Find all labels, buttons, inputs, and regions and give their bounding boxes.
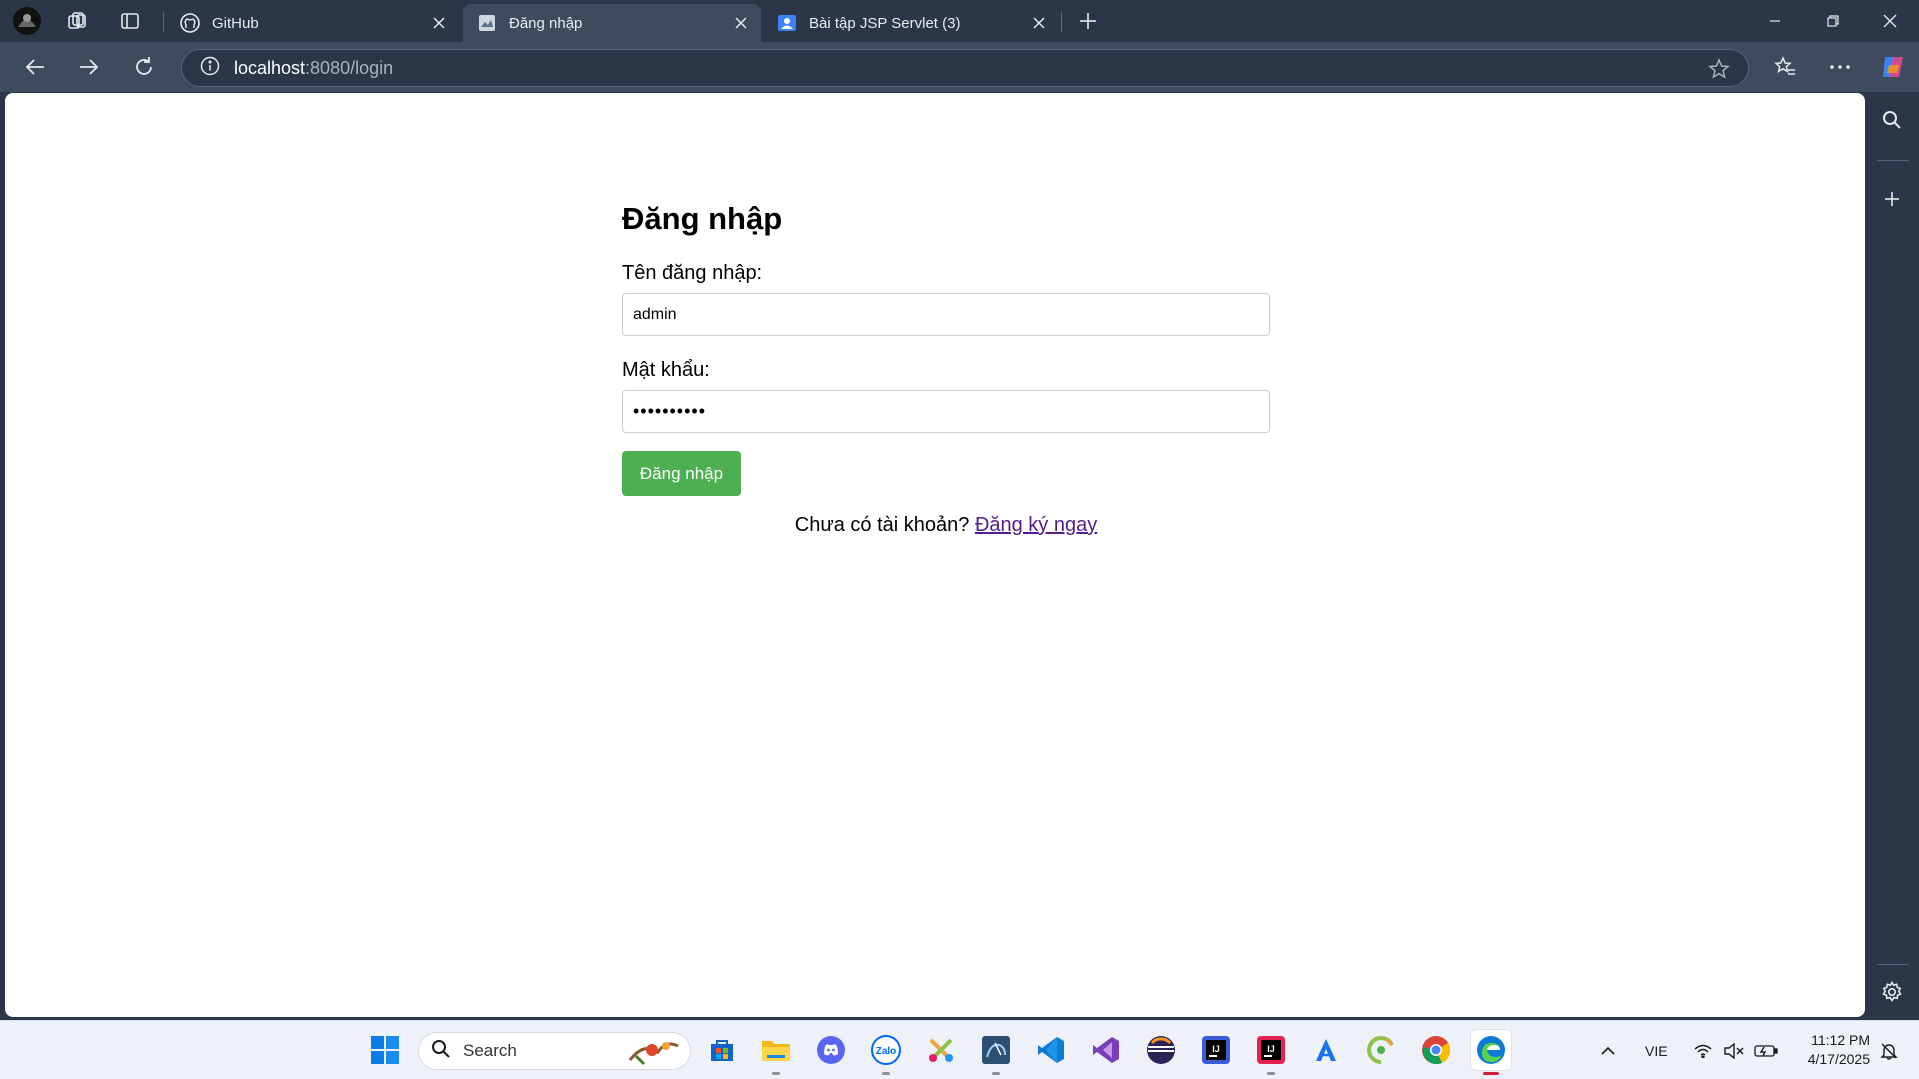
taskbar-search[interactable]: Search [418,1032,691,1070]
close-icon[interactable] [731,13,751,33]
zalo-icon[interactable]: Zalo [866,1030,906,1075]
svg-text:IJ: IJ [1267,1044,1275,1054]
battery-icon[interactable] [1754,1021,1778,1079]
search-icon[interactable] [1875,103,1909,137]
eclipse-icon[interactable] [1141,1030,1181,1070]
mysql-workbench-icon[interactable] [976,1030,1016,1075]
register-link[interactable]: Đăng ký ngay [975,514,1097,536]
microsoft-store-icon[interactable] [702,1030,742,1070]
browser-toolbar: localhost:8080/login [0,42,1919,92]
copilot-icon[interactable] [1874,49,1912,85]
tab-actions-icon[interactable] [113,5,147,37]
tab-title: Bài tập JSP Servlet (3) [809,14,961,32]
address-bar[interactable]: localhost:8080/login [181,49,1749,87]
favorite-star-icon[interactable] [1708,58,1730,85]
running-indicator [992,1072,1000,1075]
tab-title: GitHub [212,14,259,32]
running-indicator [882,1072,890,1075]
tab-jsp-servlet[interactable]: Bài tập JSP Servlet (3) [763,4,1059,42]
page-title: Đăng nhập [622,201,783,236]
intellij-icon[interactable]: IJ [1196,1030,1236,1070]
taskbar: Search Zalo IJ IJ VIE 11:12 PM 4/17/2025 [0,1020,1919,1079]
password-label: Mật khẩu: [622,359,710,381]
volume-muted-icon[interactable] [1724,1021,1744,1079]
file-explorer-icon[interactable] [756,1030,796,1075]
wifi-icon[interactable] [1694,1021,1712,1079]
page-viewport: Đăng nhập Tên đăng nhập: Mật khẩu: Đăng … [5,93,1865,1017]
intellij-ultimate-icon[interactable]: IJ [1251,1030,1291,1075]
edge-icon[interactable] [1471,1030,1511,1075]
more-menu-icon[interactable] [1821,49,1859,85]
snipping-tool-icon[interactable] [921,1030,961,1070]
feature-app-icon[interactable] [1361,1030,1401,1070]
tab-title: Đăng nhập [509,14,583,32]
favorites-icon[interactable] [1766,49,1804,85]
search-highlight-icon [626,1036,682,1073]
notification-bell-icon[interactable] [1880,1021,1898,1079]
browser-sidebar [1865,92,1919,1017]
profile-avatar[interactable] [10,5,44,37]
sidebar-separator [1877,964,1909,965]
password-input[interactable] [622,390,1270,433]
sidebar-separator [1877,160,1909,161]
tab-separator [163,12,164,32]
login-form: Đăng nhập Tên đăng nhập: Mật khẩu: Đăng … [622,201,1270,537]
username-input[interactable] [622,293,1270,336]
running-indicator [772,1072,780,1075]
refresh-button[interactable] [125,49,163,85]
restore-button[interactable] [1804,0,1862,42]
back-button[interactable] [16,49,54,85]
clock-time: 11:12 PM [1811,1032,1870,1048]
forward-button[interactable] [70,49,108,85]
chrome-icon[interactable] [1416,1030,1456,1070]
vscode-icon[interactable] [1031,1030,1071,1070]
svg-text:Zalo: Zalo [876,1046,897,1057]
login-submit-button[interactable]: Đăng nhập [622,451,741,496]
add-sidebar-app-icon[interactable] [1875,182,1909,216]
close-icon[interactable] [1029,13,1049,33]
system-clock[interactable]: 11:12 PM 4/17/2025 [1790,1031,1870,1069]
url-text: localhost:8080/login [234,57,394,78]
search-label: Search [463,1041,517,1060]
translator-icon[interactable] [1306,1030,1346,1070]
discord-icon[interactable] [811,1030,851,1070]
clock-date: 4/17/2025 [1807,1051,1870,1067]
close-icon[interactable] [429,13,449,33]
page-icon [477,13,497,33]
running-indicator [1267,1072,1275,1075]
github-icon [180,13,200,33]
info-icon[interactable] [200,56,220,81]
username-label: Tên đăng nhập: [622,262,763,284]
search-icon [431,1039,451,1064]
svg-text:IJ: IJ [1212,1044,1220,1054]
show-hidden-icons-button[interactable] [1600,1021,1616,1079]
tab-login[interactable]: Đăng nhập [463,4,761,42]
active-indicator [1483,1072,1499,1075]
close-window-button[interactable] [1861,0,1919,42]
register-prompt-text: Chưa có tài khoản? [794,514,970,536]
minimize-button[interactable] [1746,0,1804,42]
workspaces-icon[interactable] [60,5,94,37]
visual-studio-icon[interactable] [1086,1030,1126,1070]
gear-icon[interactable] [1875,975,1909,1009]
tab-separator [1061,12,1062,32]
register-prompt-row: Chưa có tài khoản? Đăng ký ngay [622,514,1270,537]
contacts-icon [777,13,797,33]
tab-github[interactable]: GitHub [166,4,459,42]
language-indicator[interactable]: VIE [1645,1021,1668,1079]
tab-strip: GitHub Đăng nhập Bài tập JSP Servlet (3) [0,0,1919,42]
start-button[interactable] [365,1030,405,1070]
new-tab-button[interactable] [1071,5,1105,37]
